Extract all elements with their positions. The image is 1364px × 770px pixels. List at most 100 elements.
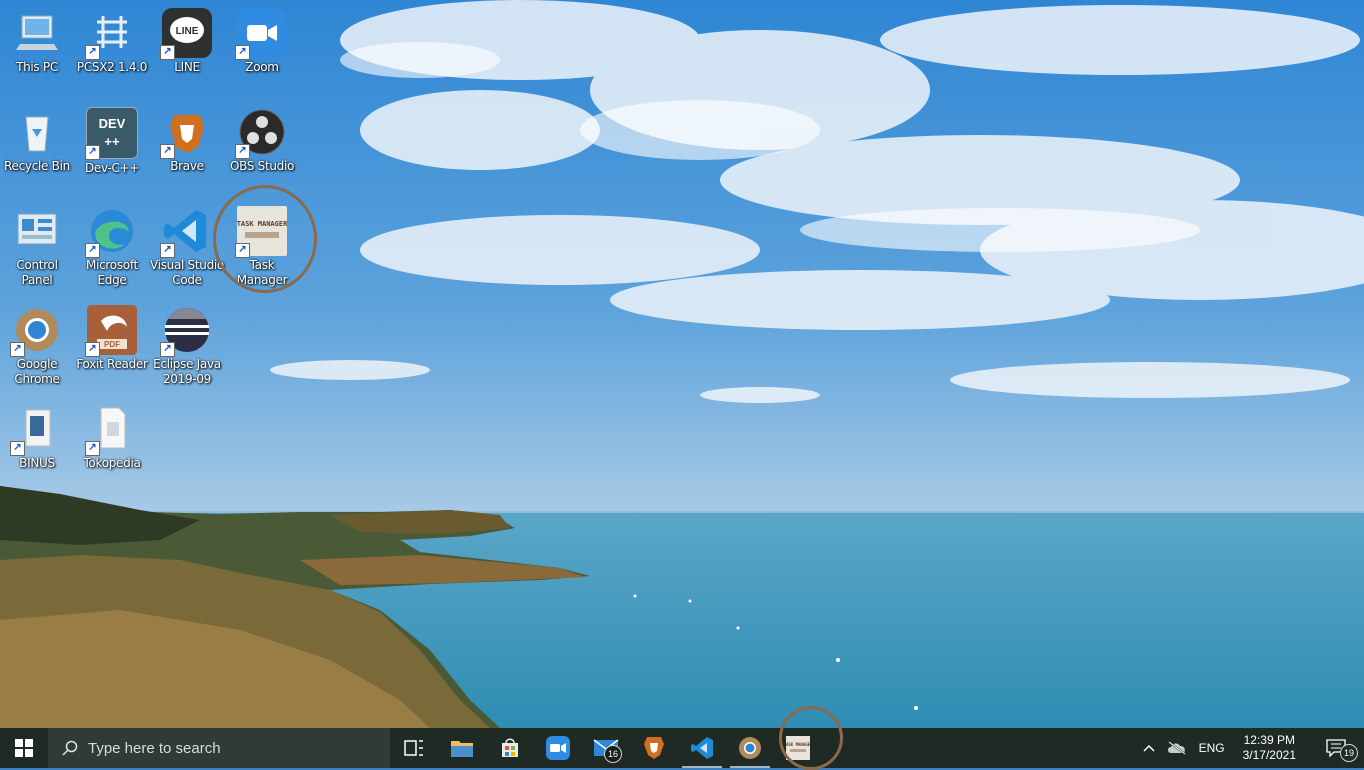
shortcut-arrow-icon: ↗ (235, 144, 250, 159)
task-manager-icon: TASK MANAGER ↗ (235, 206, 288, 258)
desktop-icon-label: Foxit Reader (76, 357, 148, 371)
input-language[interactable]: ENG (1193, 728, 1231, 768)
dev-cpp-icon: DEV ++ ↗ (85, 107, 138, 160)
chrome-icon (739, 737, 761, 759)
shortcut-arrow-icon: ↗ (160, 45, 175, 60)
desktop-icon-tokopedia[interactable]: ↗ Tokopedia (75, 404, 149, 471)
svg-text:++: ++ (104, 134, 120, 149)
notification-badge: 19 (1340, 744, 1358, 762)
shortcut-arrow-icon: ↗ (160, 144, 175, 159)
taskbar-file-explorer[interactable] (438, 728, 486, 768)
show-hidden-icons-button[interactable] (1137, 728, 1161, 768)
cloud-offline-icon (1167, 741, 1186, 755)
taskbar-mail[interactable]: 16 (582, 728, 630, 768)
clock-time: 12:39 PM (1243, 733, 1295, 747)
desktop-icon-line[interactable]: LINE ↗ LINE (150, 8, 224, 75)
desktop-icon-zoom[interactable]: ↗ Zoom (225, 8, 299, 75)
desktop-icon-label: Zoom (245, 60, 279, 74)
control-panel-icon (12, 206, 62, 256)
desktop-icon-obs[interactable]: ↗ OBS Studio (225, 107, 299, 174)
desktop-icon-dev-cpp[interactable]: DEV ++ ↗ Dev-C++ (75, 107, 149, 176)
action-center-button[interactable]: 19 (1308, 728, 1364, 768)
obs-icon: ↗ (235, 107, 287, 159)
edge-icon: ↗ (85, 206, 137, 258)
foxit-icon: PDF ↗ (85, 305, 137, 357)
shortcut-arrow-icon: ↗ (85, 342, 100, 357)
desktop-icon-recycle-bin[interactable]: Recycle Bin (0, 107, 74, 174)
desktop-icon-task-manager[interactable]: TASK MANAGER ↗ Task Manager (225, 206, 299, 288)
folder-icon: ↗ (10, 404, 62, 456)
line-icon: LINE ↗ (160, 8, 212, 60)
desktop-icon-control-panel[interactable]: Control Panel (0, 206, 74, 288)
brave-icon (644, 737, 664, 759)
chevron-up-icon (1143, 744, 1155, 752)
task-view-icon (404, 740, 423, 756)
taskbar-zoom[interactable] (534, 728, 582, 768)
desktop-icon-chrome[interactable]: ↗ Google Chrome (0, 305, 74, 387)
desktop-icon-label: Recycle Bin (4, 159, 70, 173)
task-manager-icon-text-2: TASK MANAGER (786, 742, 810, 747)
start-button[interactable] (0, 728, 48, 768)
taskbar-brave[interactable] (630, 728, 678, 768)
shortcut-arrow-icon: ↗ (235, 243, 250, 258)
this-pc-icon (12, 8, 62, 58)
store-icon (502, 738, 518, 757)
zoom-icon (546, 736, 570, 760)
taskbar-search-box[interactable]: Type here to search (48, 728, 390, 768)
shortcut-arrow-icon: ↗ (85, 441, 100, 456)
system-tray: ENG 12:39 PM 3/17/2021 19 (1137, 728, 1364, 768)
desktop-icon-label: Control Panel (16, 258, 58, 287)
desktop-icon-this-pc[interactable]: This PC (0, 8, 74, 75)
brave-icon: ↗ (160, 107, 212, 159)
desktop-icon-brave[interactable]: ↗ Brave (150, 107, 224, 174)
recycle-bin-icon (12, 107, 62, 157)
shortcut-arrow-icon: ↗ (160, 342, 175, 357)
desktop-icon-foxit[interactable]: PDF ↗ Foxit Reader (75, 305, 149, 372)
desktop-icon-label: Microsoft Edge (86, 258, 138, 287)
shortcut-arrow-icon: ↗ (160, 243, 175, 258)
shortcut-arrow-icon: ↗ (85, 145, 100, 160)
shortcut-arrow-icon: ↗ (10, 342, 25, 357)
mail-badge: 16 (604, 745, 622, 763)
taskbar: Type here to search 16 ASK MANAGE ENG 12… (0, 706, 1364, 770)
desktop-icon-label: Tokopedia (83, 456, 141, 470)
search-icon (62, 740, 78, 756)
svg-text:DEV: DEV (99, 116, 126, 131)
shortcut-arrow-icon: ↗ (85, 243, 100, 258)
clock-date: 3/17/2021 (1242, 748, 1296, 762)
svg-text:LINE: LINE (176, 26, 199, 37)
document-icon: ↗ (85, 404, 137, 456)
desktop-icon-label: PCSX2 1.4.0 (76, 60, 148, 74)
clock[interactable]: 12:39 PM 3/17/2021 (1231, 728, 1308, 768)
desktop-icon-eclipse[interactable]: ↗ Eclipse Java 2019-09 (150, 305, 224, 387)
desktop-icon-label: OBS Studio (229, 159, 295, 173)
vscode-icon (691, 737, 713, 759)
windows-logo-icon (15, 739, 33, 757)
desktop-icon-label: Google Chrome (14, 357, 60, 386)
desktop-icon-pcsx2[interactable]: ↗ PCSX2 1.4.0 (75, 8, 149, 75)
taskbar-vscode[interactable] (678, 728, 726, 768)
vscode-icon: ↗ (160, 206, 212, 258)
onedrive-status[interactable] (1161, 728, 1193, 768)
taskbar-task-manager[interactable]: TASK MANAGER (774, 728, 822, 768)
shortcut-arrow-icon: ↗ (10, 441, 25, 456)
desktop-icon-label: Eclipse Java 2019-09 (153, 357, 221, 386)
desktop-icon-label: Dev-C++ (84, 161, 140, 175)
task-manager-icon-text-1: TASK MANAGER (237, 220, 287, 228)
desktop-icon-label: BINUS (19, 456, 55, 470)
chrome-icon: ↗ (10, 305, 62, 357)
desktop-icon-label: Task Manager (236, 258, 288, 287)
desktop-icon-binus[interactable]: ↗ BINUS (0, 404, 74, 471)
folder-icon (451, 741, 473, 757)
pcsx2-icon: ↗ (85, 8, 137, 60)
taskbar-microsoft-store[interactable] (486, 728, 534, 768)
desktop-icon-vscode[interactable]: ↗ Visual Studio Code (150, 206, 224, 288)
desktop-icon-edge[interactable]: ↗ Microsoft Edge (75, 206, 149, 288)
taskbar-task-view-button[interactable] (390, 728, 438, 768)
desktop-icon-label: Visual Studio Code (150, 258, 224, 287)
desktop-icon-label: LINE (174, 60, 200, 74)
desktop-icon-label: Brave (170, 159, 204, 173)
taskbar-chrome[interactable] (726, 728, 774, 768)
search-placeholder: Type here to search (88, 739, 221, 757)
desktop-icon-label: This PC (16, 60, 58, 74)
